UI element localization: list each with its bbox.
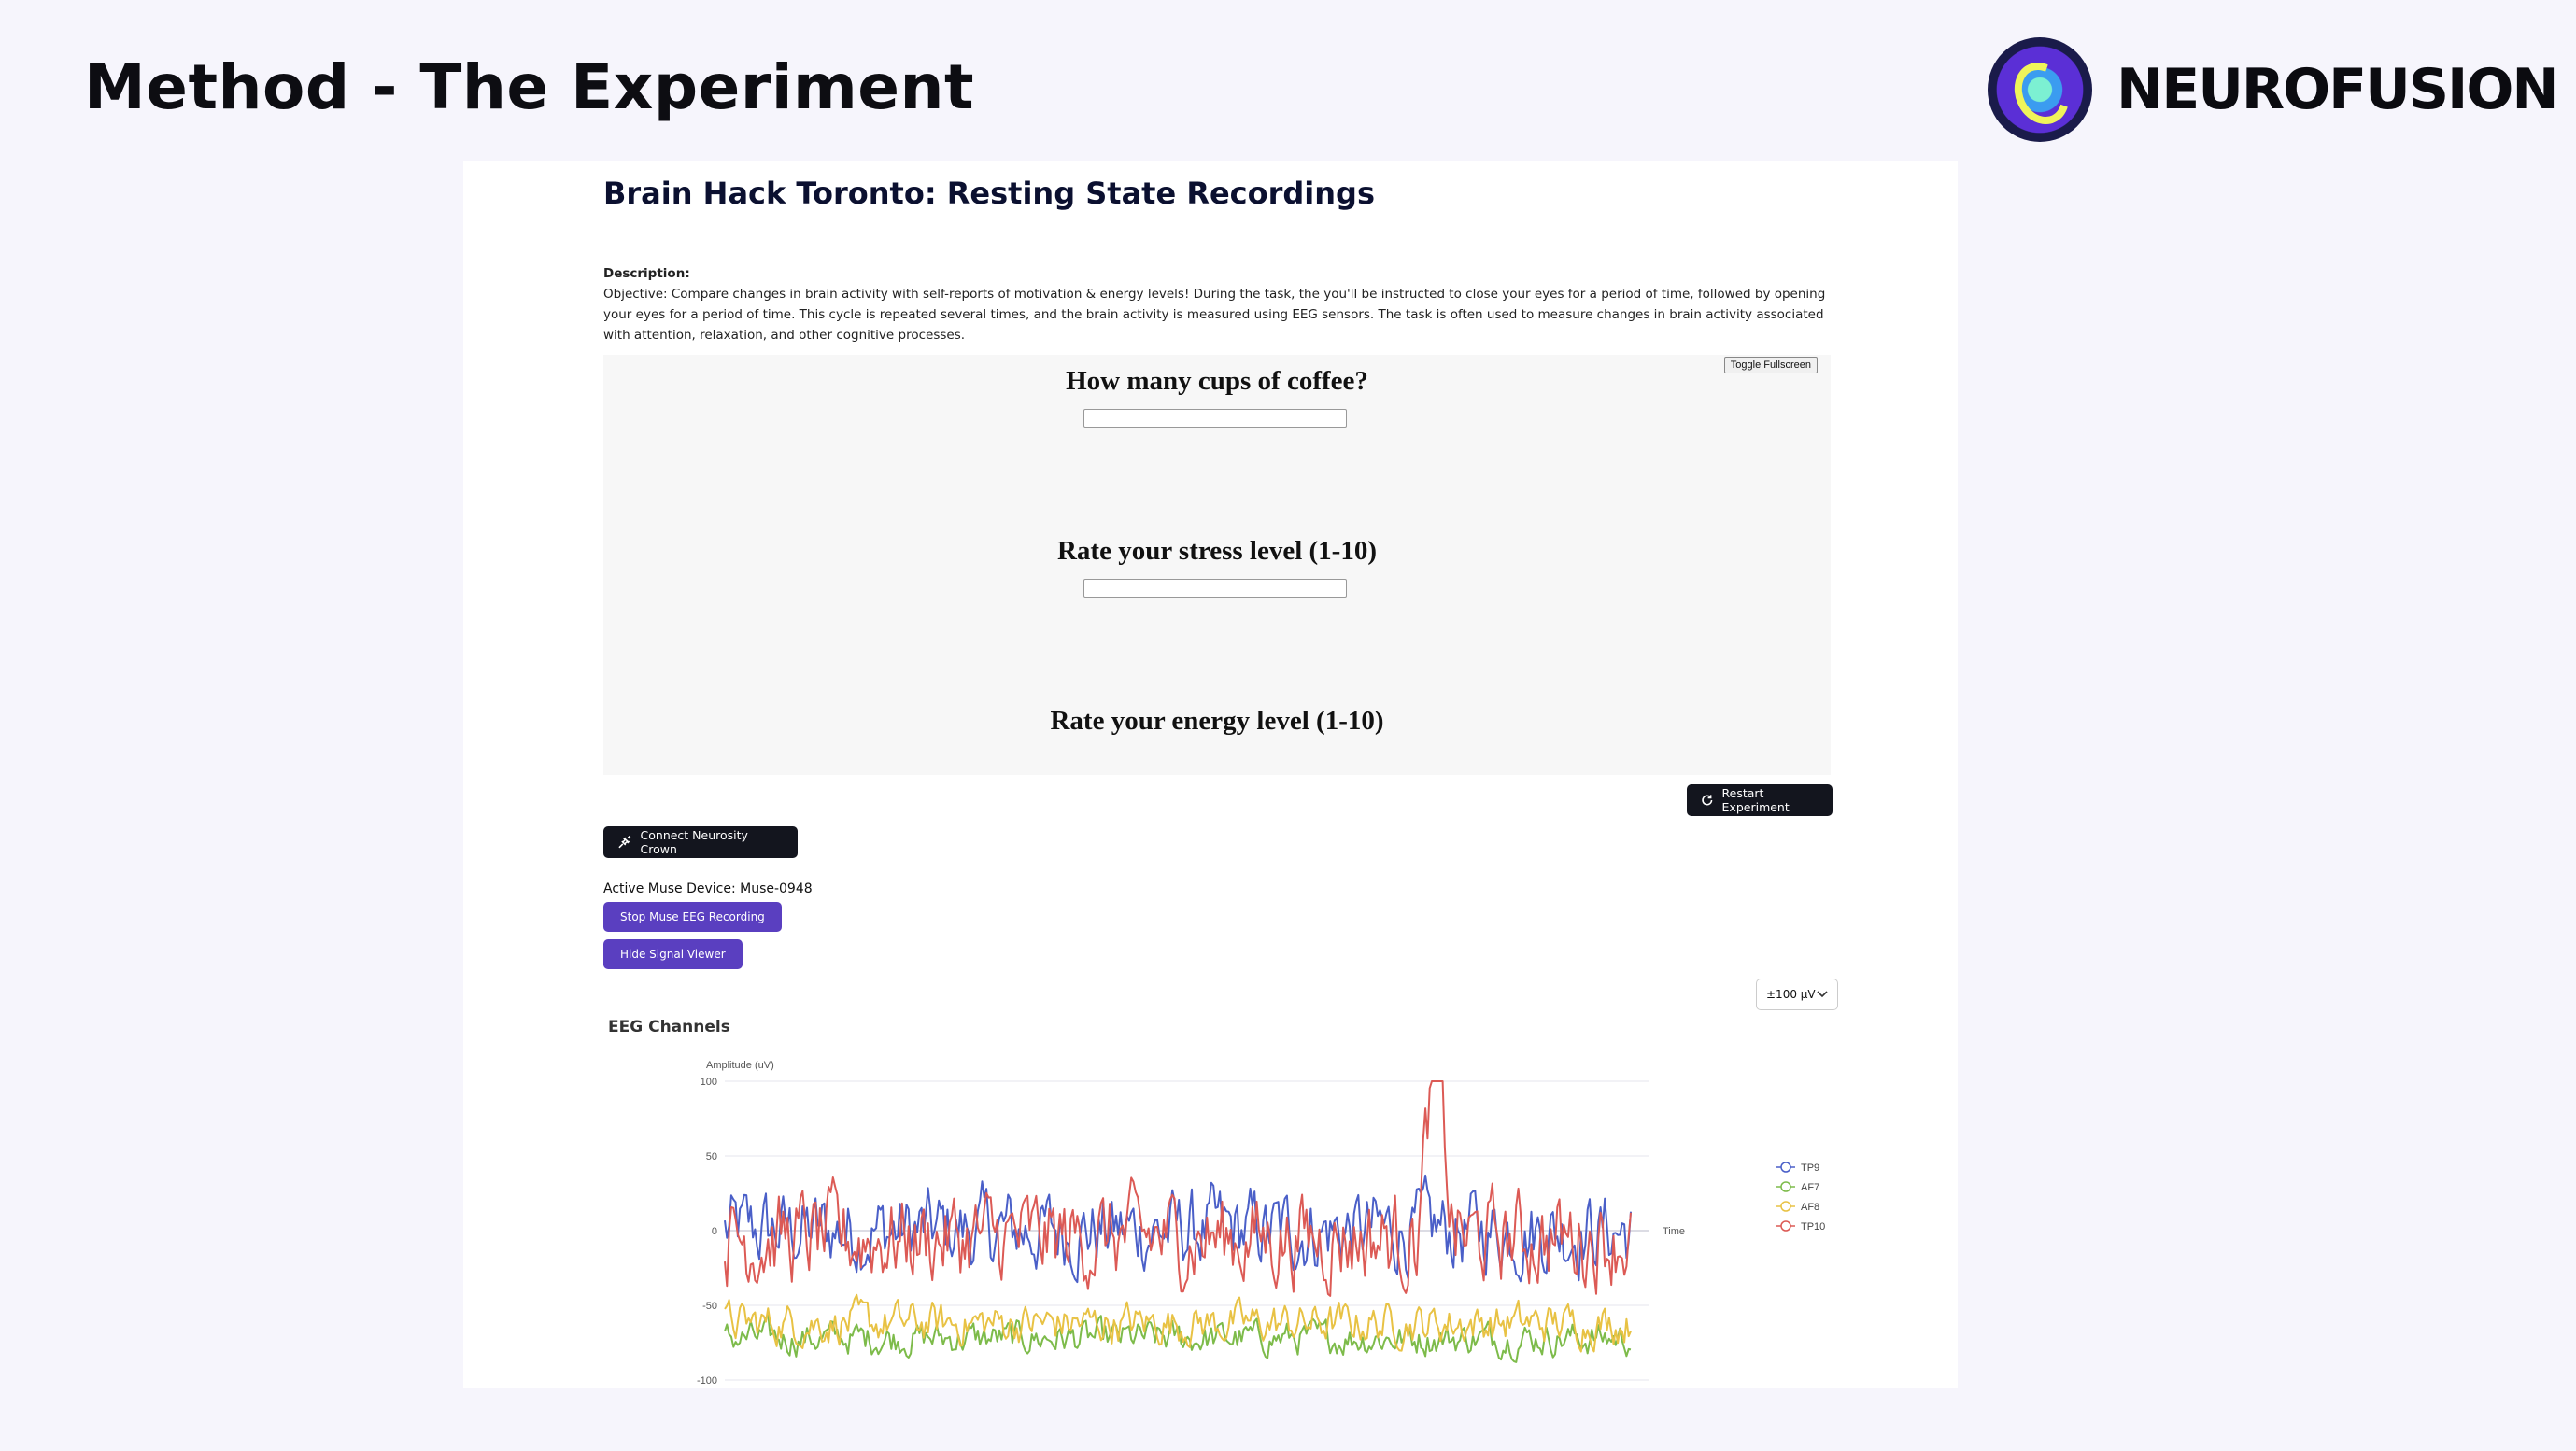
neurofusion-logo-icon xyxy=(1988,37,2092,142)
x-axis-label: Time xyxy=(1663,1226,1685,1237)
connect-label: Connect Neurosity Crown xyxy=(640,828,748,856)
stop-recording-button[interactable]: Stop Muse EEG Recording xyxy=(603,902,782,932)
amplitude-range-select[interactable]: ±100 µV xyxy=(1756,979,1838,1010)
y-tick-label: 0 xyxy=(712,1226,717,1237)
chevron-down-icon xyxy=(1817,991,1828,998)
restart-icon xyxy=(1702,795,1713,806)
legend-label: TP9 xyxy=(1801,1162,1819,1174)
y-tick-label: 100 xyxy=(701,1077,717,1088)
slide-title: Method - The Experiment xyxy=(84,51,975,123)
description-label: Description: xyxy=(603,266,690,281)
experiment-description: Description: Objective: Compare changes … xyxy=(603,263,1827,345)
question-stress: Rate your stress level (1-10) xyxy=(1056,536,1377,566)
legend-marker xyxy=(1780,1181,1791,1192)
connect-neurosity-button[interactable]: Connect Neurosity Crown xyxy=(603,826,798,858)
y-tick-label: -100 xyxy=(697,1375,717,1387)
eeg-chart: Amplitude (uV) 100 50 0 -50 -100 Time TP9 AF7 AF8… xyxy=(697,1060,1825,1387)
legend-label: AF7 xyxy=(1801,1182,1819,1193)
plug-icon xyxy=(618,836,631,849)
hide-signal-viewer-button[interactable]: Hide Signal Viewer xyxy=(603,939,743,969)
experiment-panel: Brain Hack Toronto: Resting State Record… xyxy=(463,161,1958,1388)
question-coffee: How many cups of coffee? xyxy=(1066,366,1368,396)
range-value: ±100 µV xyxy=(1766,988,1816,1001)
legend-marker xyxy=(1780,1162,1791,1173)
coffee-input[interactable] xyxy=(1083,409,1347,428)
y-tick-label: 50 xyxy=(706,1151,717,1162)
restart-label: Restart Experiment xyxy=(1721,786,1790,814)
description-text: Objective: Compare changes in brain acti… xyxy=(603,287,1826,343)
stress-input[interactable] xyxy=(1083,579,1347,598)
legend-label: AF8 xyxy=(1801,1202,1819,1213)
y-tick-label: -50 xyxy=(702,1301,717,1312)
brand-name: NEUROFUSION xyxy=(2116,57,2559,122)
survey-form: Toggle Fullscreen How many cups of coffe… xyxy=(603,355,1831,775)
brand: NEUROFUSION xyxy=(1988,35,2559,144)
y-axis-label: Amplitude (uV) xyxy=(706,1060,774,1071)
legend-marker xyxy=(1780,1220,1791,1232)
legend-marker xyxy=(1780,1201,1791,1212)
question-energy: Rate your energy level (1-10) xyxy=(1050,706,1384,736)
active-device-label: Active Muse Device: Muse-0948 xyxy=(603,881,813,896)
legend-label: TP10 xyxy=(1801,1221,1825,1233)
restart-experiment-button[interactable]: Restart Experiment xyxy=(1687,784,1833,816)
experiment-title: Brain Hack Toronto: Resting State Record… xyxy=(603,176,1375,211)
series-line-tp10 xyxy=(724,1080,1632,1297)
